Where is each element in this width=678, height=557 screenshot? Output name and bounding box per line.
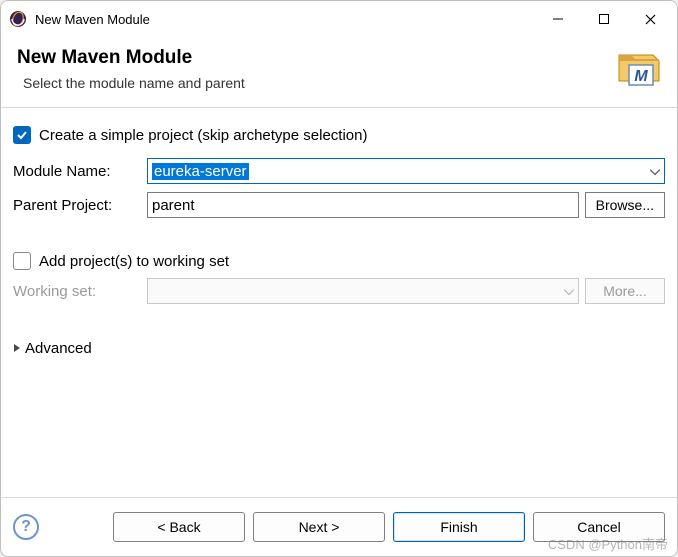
page-title: New Maven Module bbox=[17, 47, 661, 69]
close-icon bbox=[645, 14, 656, 25]
triangle-right-icon bbox=[13, 340, 21, 357]
next-button[interactable]: Next > bbox=[253, 512, 385, 542]
simple-project-checkbox[interactable] bbox=[13, 126, 31, 144]
cancel-button[interactable]: Cancel bbox=[533, 512, 665, 542]
parent-project-label: Parent Project: bbox=[13, 197, 141, 214]
add-to-working-set-label[interactable]: Add project(s) to working set bbox=[39, 253, 229, 270]
wizard-footer: ? < Back Next > Finish Cancel bbox=[1, 497, 677, 556]
parent-project-input[interactable] bbox=[147, 192, 579, 218]
module-name-label: Module Name: bbox=[13, 163, 141, 180]
minimize-icon bbox=[553, 14, 563, 24]
working-set-combo bbox=[147, 278, 579, 304]
minimize-button[interactable] bbox=[535, 3, 581, 35]
wizard-header: New Maven Module Select the module name … bbox=[1, 37, 677, 108]
advanced-expander[interactable]: Advanced bbox=[13, 338, 665, 359]
working-set-add-row: Add project(s) to working set bbox=[13, 252, 665, 270]
add-to-working-set-checkbox[interactable] bbox=[13, 252, 31, 270]
svg-text:M: M bbox=[634, 68, 648, 85]
parent-project-row: Parent Project: Browse... bbox=[13, 192, 665, 218]
maximize-icon bbox=[599, 14, 609, 24]
simple-project-row: Create a simple project (skip archetype … bbox=[13, 126, 665, 144]
window-controls bbox=[535, 3, 673, 35]
titlebar: New Maven Module bbox=[1, 1, 677, 37]
chevron-down-icon bbox=[564, 283, 574, 300]
help-icon: ? bbox=[21, 518, 31, 536]
help-button[interactable]: ? bbox=[13, 514, 39, 540]
wizard-content: Create a simple project (skip archetype … bbox=[1, 108, 677, 497]
back-button[interactable]: < Back bbox=[113, 512, 245, 542]
finish-button[interactable]: Finish bbox=[393, 512, 525, 542]
browse-button[interactable]: Browse... bbox=[585, 192, 665, 218]
maximize-button[interactable] bbox=[581, 3, 627, 35]
module-name-row: Module Name: eureka-server bbox=[13, 158, 665, 184]
eclipse-icon bbox=[9, 10, 27, 28]
page-subtitle: Select the module name and parent bbox=[23, 75, 661, 91]
maven-wizard-icon: M bbox=[615, 45, 663, 93]
dialog-window: New Maven Module New Maven Module Select… bbox=[0, 0, 678, 557]
working-set-label: Working set: bbox=[13, 283, 141, 300]
close-button[interactable] bbox=[627, 3, 673, 35]
advanced-label: Advanced bbox=[25, 340, 92, 357]
simple-project-label[interactable]: Create a simple project (skip archetype … bbox=[39, 127, 367, 144]
more-button: More... bbox=[585, 278, 665, 304]
checkmark-icon bbox=[16, 129, 28, 141]
module-name-combo[interactable]: eureka-server bbox=[147, 158, 665, 184]
chevron-down-icon bbox=[650, 163, 660, 180]
working-set-row: Working set: More... bbox=[13, 278, 665, 304]
window-title: New Maven Module bbox=[35, 12, 535, 27]
module-name-value: eureka-server bbox=[152, 163, 249, 180]
